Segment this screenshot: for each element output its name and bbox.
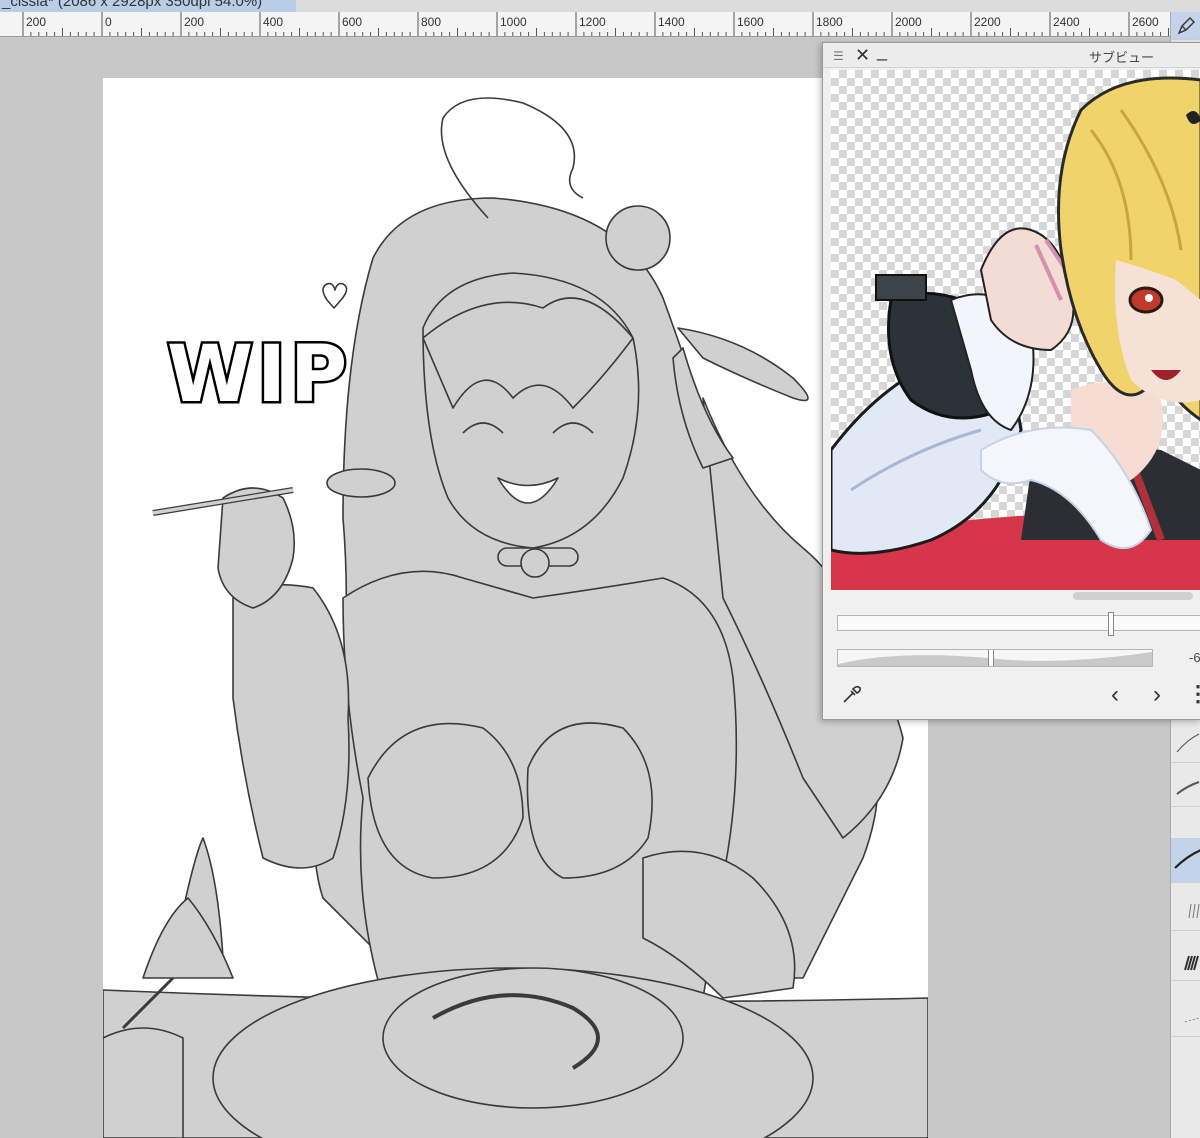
rotation-slider-track — [838, 652, 1152, 666]
zoom-slider-thumb[interactable] — [1108, 612, 1114, 636]
sub-view-header: ☰ ✕ _ サブビュー — [823, 41, 1200, 68]
brush-preset[interactable] — [1171, 936, 1200, 981]
rotation-value: -6 — [1189, 650, 1200, 665]
brush-preset[interactable] — [1171, 762, 1200, 807]
ruler-label: 1800 — [816, 15, 843, 29]
brush-stroke-icon — [1174, 849, 1200, 869]
brush-preset[interactable] — [1171, 992, 1200, 1037]
reference-image[interactable] — [831, 70, 1200, 590]
ruler-label: 400 — [263, 15, 284, 29]
ruler-label: 0 — [105, 15, 112, 29]
wip-text: WIP — [167, 330, 351, 420]
ruler-label: 1600 — [737, 15, 764, 29]
ruler-label: 2000 — [895, 15, 922, 29]
eyedropper-icon[interactable] — [841, 683, 863, 705]
rotation-slider[interactable] — [837, 649, 1153, 667]
brush-preset[interactable] — [1171, 886, 1200, 931]
more-icon[interactable]: ⋮ — [1187, 681, 1200, 707]
brush-stroke-icon — [1184, 955, 1199, 971]
brush-stroke-icon — [1176, 733, 1200, 753]
ruler-label: 2400 — [1053, 15, 1080, 29]
brush-stroke-icon — [1184, 1017, 1200, 1023]
sub-view-panel: ☰ ✕ _ サブビュー -6 ‹ › ⋮ — [822, 41, 1200, 720]
ruler-label: 600 — [342, 15, 363, 29]
menu-icon[interactable]: ☰ — [833, 49, 844, 63]
rotation-slider-thumb[interactable] — [988, 650, 994, 666]
document-title: _cissia* (2086 x 2928px 350dpi 54.0%) — [2, 0, 263, 10]
sub-view-title: サブビュー — [1089, 50, 1155, 65]
brush-stroke-icon — [1188, 903, 1200, 919]
pen-tool-icon — [1177, 17, 1195, 35]
ruler-label: 1400 — [658, 15, 685, 29]
ruler-label: 1000 — [500, 15, 527, 29]
zoom-slider[interactable] — [837, 612, 1200, 636]
chevron-left-icon[interactable]: ‹ — [1111, 681, 1119, 709]
sub-view-scrollbar[interactable] — [1073, 592, 1193, 600]
chevron-right-icon[interactable]: › — [1153, 681, 1161, 709]
lineart-illustration: WIP — [103, 97, 928, 1138]
ruler-label: 2200 — [974, 15, 1001, 29]
ruler-label: 200 — [26, 15, 47, 29]
horizontal-ruler[interactable]: 200 0 200 400 600 800 1000 1200 1400 160… — [0, 12, 1170, 37]
brush-stroke-icon — [1176, 781, 1200, 795]
close-icon[interactable]: ✕ — [855, 45, 870, 66]
pen-tool-button[interactable] — [1171, 12, 1200, 40]
brush-preset[interactable] — [1171, 718, 1200, 763]
minimize-icon[interactable]: _ — [877, 41, 887, 62]
document-tab[interactable]: _cissia* (2086 x 2928px 350dpi 54.0%) — [0, 0, 296, 12]
ruler-label: 200 — [184, 15, 205, 29]
brush-preset-selected[interactable] — [1171, 838, 1200, 883]
document-title-bar: _cissia* (2086 x 2928px 350dpi 54.0%) — [0, 0, 1200, 12]
ruler-label: 2600 — [1132, 15, 1159, 29]
reference-character-art — [831, 76, 1200, 590]
drawing-canvas[interactable]: WIP — [103, 78, 928, 1138]
ruler-label: 1200 — [579, 15, 606, 29]
ruler-label: 800 — [421, 15, 442, 29]
